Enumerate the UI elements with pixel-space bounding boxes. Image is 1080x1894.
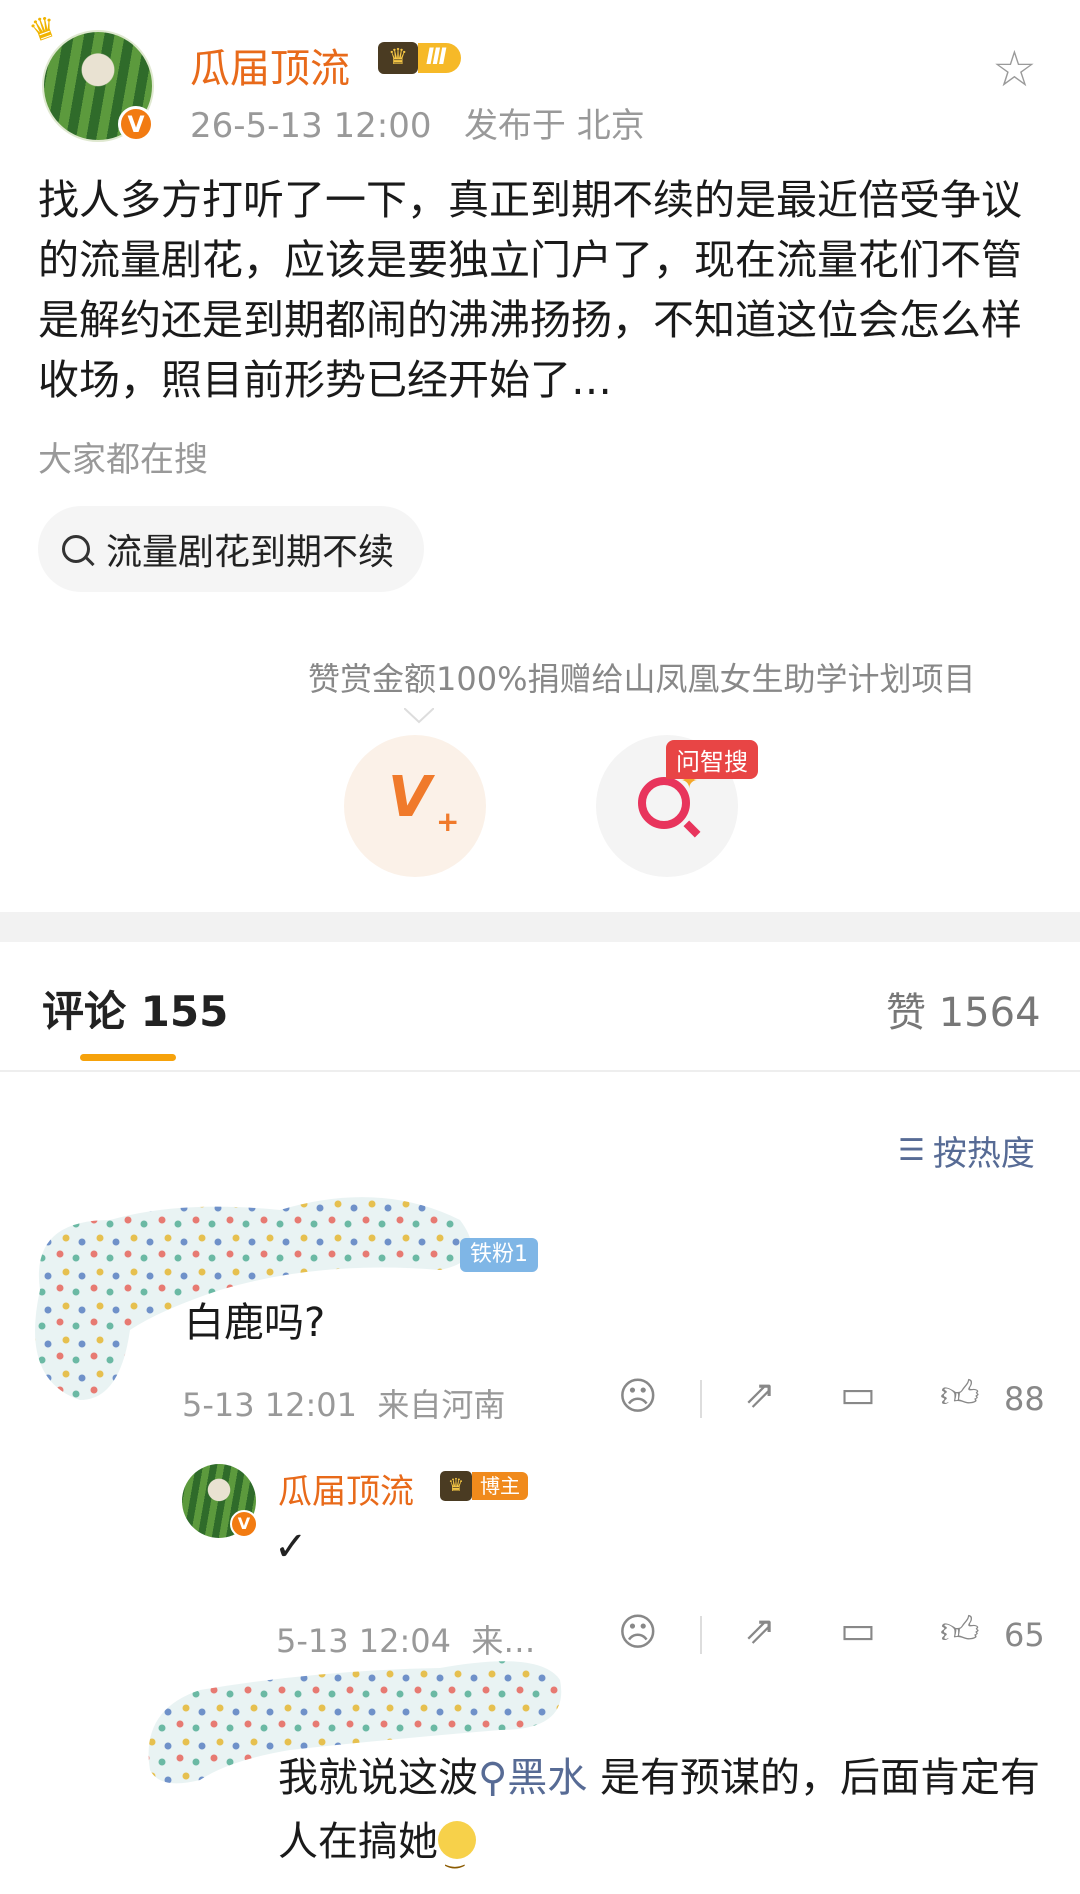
author-badge-label: 博主 [472,1472,528,1500]
crown-icon: ♛ [24,8,63,51]
sort-label: 按热度 [932,1134,1035,1174]
sort-button[interactable]: ☰ 按热度 [898,1126,1035,1175]
tabs-divider [0,1070,1080,1072]
action-separator [700,1616,702,1654]
tab-likes-count: 1564 [938,990,1041,1036]
comment-meta: 5-13 12:01 来自河南 [182,1380,505,1426]
reply-text: ✓ [274,1524,308,1570]
wenzhisou-tag: 问智搜 [666,740,758,779]
author-name[interactable]: 瓜届顶流 [190,36,350,94]
comment-text: 我就说这波⚲黑水 是有预谋的，后面肯定有人在搞她 [278,1746,1048,1889]
tab-likes-label: 赞 [886,990,926,1036]
verified-icon: V [118,106,154,142]
like-count: 65 [1004,1616,1045,1654]
dislike-icon[interactable]: ☹ [618,1610,658,1654]
like-count: 88 [1004,1380,1045,1418]
post-location: 发布于 北京 [463,106,645,146]
post-text: 找人多方打听了一下，真正到期不续的是最近倍受争议的流量剧花，应该是要独立门户了，… [38,176,1022,404]
keyword-label: 黑水 [507,1755,588,1801]
comment-location: 来自河南 [377,1386,506,1424]
share-icon[interactable]: ⇗ [744,1372,776,1416]
comment-text: 白鹿吗? [184,1300,326,1346]
level-badge[interactable]: ♛ Ⅲ [378,40,461,76]
like-icon[interactable]: 👍︎ [940,1372,980,1418]
dislike-icon[interactable]: ☹ [618,1374,658,1418]
fan-badge: 铁粉1 [460,1238,538,1272]
donate-pointer [404,708,434,724]
tab-comments[interactable]: 评论 155 [42,978,228,1039]
tab-comments-label: 评论 [42,987,127,1036]
search-chip[interactable]: 流量剧花到期不续 [38,506,425,592]
level-badge-text: Ⅲ [418,43,461,73]
search-chip-label: 流量剧花到期不续 [106,532,395,573]
comment-time: 5-13 12:01 [182,1386,358,1424]
tab-likes[interactable]: 赞 1564 [886,980,1041,1038]
search-hint: 大家都在搜 [38,440,208,480]
star-icon[interactable]: ☆ [992,40,1037,98]
section-gap [0,912,1080,942]
reward-button[interactable]: V + [344,735,486,877]
verified-icon: V [230,1510,258,1538]
search-icon [62,535,90,563]
sort-icon: ☰ [898,1133,925,1168]
reply-author[interactable]: 瓜届顶流 [278,1464,414,1513]
share-icon[interactable]: ⇗ [744,1608,776,1652]
vplus-icon: V [388,765,432,830]
smile-emoji [438,1821,476,1889]
post-meta: 26-5-13 12:00 发布于 北京 [190,98,645,147]
like-icon[interactable]: 👍︎ [940,1608,980,1654]
author-badge: ♛ 博主 [440,1470,528,1502]
keyword-link[interactable]: ⚲黑水 [478,1755,587,1801]
post-time: 26-5-13 12:00 [190,106,432,146]
donate-text: 赞赏金额100%捐赠给山凤凰女生助学计划项目 [308,660,976,698]
tab-comments-count: 155 [140,987,229,1036]
crown-badge-icon: ♛ [440,1471,472,1501]
comment-icon[interactable]: ▭ [840,1608,876,1652]
tab-underline [80,1054,176,1061]
comment-text-part: 我就说这波 [278,1755,478,1801]
crown-badge-icon: ♛ [378,42,418,74]
comment-icon[interactable]: ▭ [840,1372,876,1416]
action-separator [700,1380,702,1418]
